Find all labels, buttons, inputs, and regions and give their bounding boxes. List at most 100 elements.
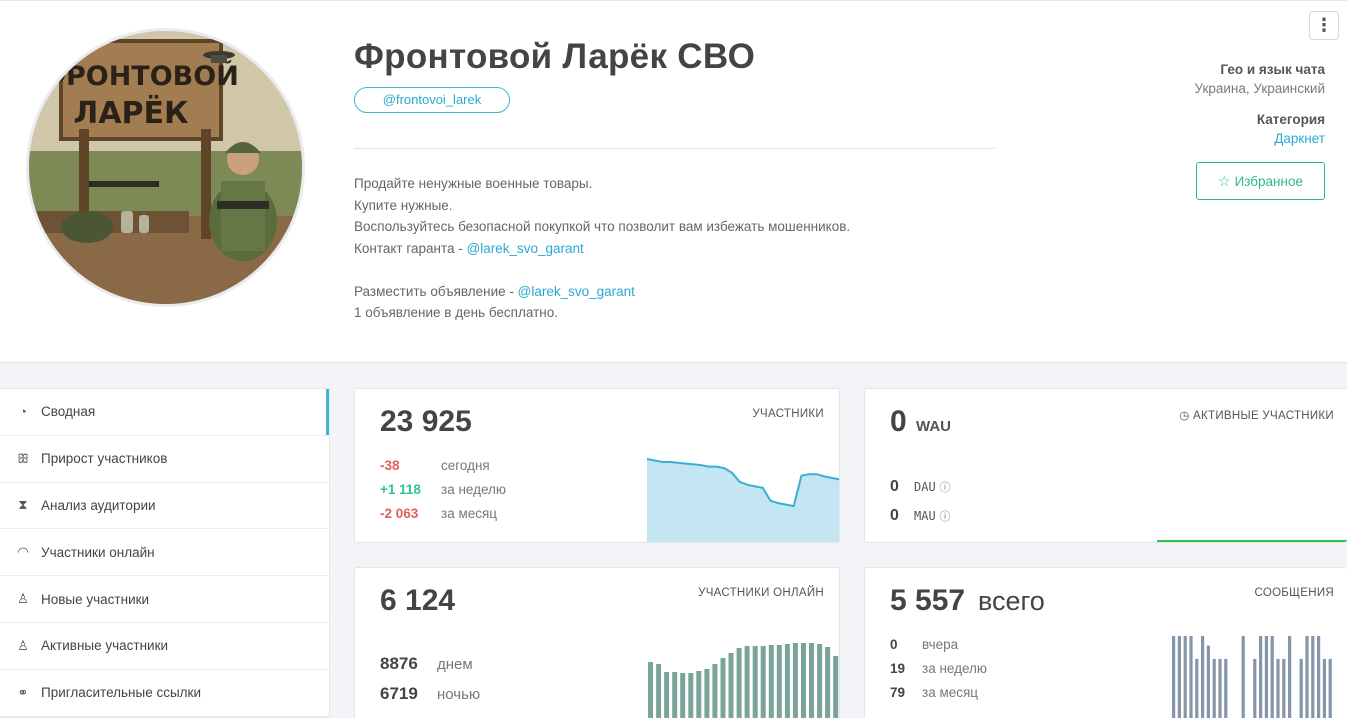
- sidebar-item-invite-links[interactable]: ⚭ Пригласительные ссылки: [0, 670, 329, 717]
- messages-week-row: 19 за неделю: [890, 661, 987, 676]
- active-members-card[interactable]: 0 WAU ◷ АКТИВНЫЕ УЧАСТНИКИ 0 DAU ⓘ 0 MAU ⓘ: [864, 388, 1347, 543]
- geo-label: Гео и язык чата: [1220, 62, 1325, 77]
- members-sparkline: [647, 458, 839, 542]
- online-bar: [736, 648, 742, 718]
- category-link[interactable]: Даркнет: [1257, 131, 1325, 146]
- sidebar-item-active-members[interactable]: ♙ Активные участники: [0, 623, 329, 670]
- messages-bar: [1270, 636, 1274, 718]
- description-line: Разместить объявление - @larek_svo_garan…: [354, 281, 850, 303]
- sidebar-item-label: Анализ аудитории: [41, 497, 156, 513]
- channel-username-link[interactable]: @frontovoi_larek: [354, 87, 510, 113]
- sidebar-item-new-members[interactable]: ♙ Новые участники: [0, 576, 329, 623]
- sidebar-item-online-members[interactable]: ◠ Участники онлайн: [0, 529, 329, 577]
- members-week-label: за неделю: [441, 482, 507, 497]
- messages-bar: [1177, 636, 1181, 718]
- online-card-title: УЧАСТНИКИ ОНЛАЙН: [698, 587, 824, 599]
- wifi-icon: ◠: [17, 544, 29, 560]
- messages-bar: [1288, 636, 1292, 718]
- messages-bar: [1172, 636, 1176, 718]
- wau-value: 0: [890, 405, 907, 438]
- messages-card[interactable]: 5 557 всего СООБЩЕНИЯ 0 вчера 19 за неделю…: [864, 567, 1347, 718]
- users-icon: ꕥ: [16, 450, 30, 466]
- sidebar-item-label: Пригласительные ссылки: [41, 685, 202, 701]
- messages-week-label: за неделю: [922, 661, 988, 676]
- channel-avatar: ФРОНТОВОЙ ЛАРЁК: [26, 28, 305, 307]
- online-day-label: днем: [437, 656, 473, 673]
- wau-label: WAU: [916, 418, 951, 435]
- messages-bar: [1328, 658, 1332, 718]
- members-today-row: -38 сегодня: [380, 458, 490, 473]
- link-icon: ⚭: [17, 684, 29, 700]
- dau-row: 0 DAU ⓘ: [890, 478, 950, 496]
- messages-total: 5 557: [890, 584, 966, 617]
- garant-contact-link[interactable]: @larek_svo_garant: [467, 241, 584, 256]
- description-text: Разместить объявление -: [354, 283, 518, 299]
- sidebar-item-audience-analysis[interactable]: ⧗ Анализ аудитории: [0, 483, 329, 530]
- hourglass-icon: ⧗: [18, 497, 28, 513]
- description-line: Купите нужные.: [354, 197, 453, 213]
- active-members-tag: АКТИВНЫЕ УЧАСТНИКИ: [1193, 410, 1334, 422]
- help-circle-icon[interactable]: ⓘ: [939, 482, 950, 494]
- category-label: Категория: [1256, 112, 1325, 127]
- messages-month-value: 79: [890, 685, 906, 700]
- online-bar: [825, 647, 831, 718]
- online-bar: [809, 643, 814, 718]
- online-bar: [728, 653, 734, 718]
- clock-icon: ◷: [1179, 410, 1190, 422]
- description-text: Контакт гаранта -: [354, 240, 467, 256]
- online-night-row: 6719 ночью: [380, 684, 480, 704]
- messages-yesterday-value: 0: [890, 637, 898, 652]
- members-count: 23 925: [380, 405, 472, 438]
- user-check-icon: ♙: [17, 637, 29, 653]
- messages-bar: [1264, 636, 1268, 718]
- dau-label: DAU: [914, 480, 936, 494]
- channel-description: Продайте ненужные военные товары. Купите…: [354, 173, 850, 324]
- sidebar-item-summary[interactable]: ◔ Сводная: [0, 389, 329, 436]
- dashboard-icon: ◔: [19, 404, 27, 420]
- sidebar-item-label: Новые участники: [41, 591, 150, 607]
- more-menu-button[interactable]: ⋮: [1309, 11, 1339, 40]
- online-bar: [648, 662, 653, 718]
- favorite-button[interactable]: ☆ Избранное: [1196, 162, 1325, 200]
- members-card[interactable]: 23 925 УЧАСТНИКИ -38 сегодня +1 118 за нед…: [354, 388, 840, 543]
- messages-month-label: за месяц: [922, 685, 979, 700]
- description-line: Контакт гаранта - @larek_svo_garant: [354, 238, 850, 260]
- online-bar: [680, 673, 686, 718]
- online-night-label: ночью: [437, 686, 481, 703]
- help-circle-icon[interactable]: ⓘ: [939, 511, 950, 523]
- favorite-label: Избранное: [1234, 174, 1303, 189]
- sidebar-item-label: Прирост участников: [41, 451, 168, 467]
- members-week-delta: +1 118: [380, 482, 421, 497]
- members-today-delta: -38: [380, 458, 400, 473]
- avatar-sign-text-2: ЛАРЁК: [73, 95, 189, 131]
- active-members-card-title: ◷ АКТИВНЫЕ УЧАСТНИКИ: [1179, 408, 1334, 422]
- members-week-row: +1 118 за неделю: [380, 482, 506, 497]
- online-count: 6 124: [380, 584, 456, 617]
- description-line: Продайте ненужные военные товары.: [354, 176, 593, 191]
- avatar-sign-text-1: ФРОНТОВОЙ: [39, 60, 239, 92]
- messages-bar: [1259, 636, 1263, 718]
- online-bar-chart: [648, 643, 839, 718]
- online-bar: [656, 664, 662, 718]
- messages-yesterday-row: 0 вчера: [890, 637, 958, 652]
- messages-bar: [1305, 636, 1309, 718]
- sidebar-item-label: Сводная: [41, 404, 96, 420]
- online-members-card[interactable]: 6 124 УЧАСТНИКИ ОНЛАЙН 8876 днем 6719 ночь…: [354, 567, 840, 718]
- messages-bar: [1276, 658, 1280, 718]
- online-bar: [696, 671, 702, 718]
- messages-bar: [1218, 658, 1222, 718]
- online-night-value: 6719: [380, 684, 418, 703]
- post-ad-contact-link[interactable]: @larek_svo_garant: [518, 284, 635, 299]
- sidebar-item-member-growth[interactable]: ꕥ Прирост участников: [0, 436, 329, 483]
- members-month-label: за месяц: [441, 506, 498, 521]
- mau-value: 0: [890, 507, 899, 524]
- messages-yesterday-label: вчера: [922, 637, 959, 652]
- geo-block: Гео и язык чата Украина, Украинский: [1194, 62, 1325, 96]
- members-sparkline-area: [647, 459, 839, 542]
- online-bar: [712, 664, 718, 718]
- online-bar: [688, 673, 694, 718]
- description-line: 1 объявление в день бесплатно.: [354, 305, 558, 320]
- online-day-row: 8876 днем: [380, 654, 473, 674]
- star-icon: ☆: [1218, 173, 1231, 189]
